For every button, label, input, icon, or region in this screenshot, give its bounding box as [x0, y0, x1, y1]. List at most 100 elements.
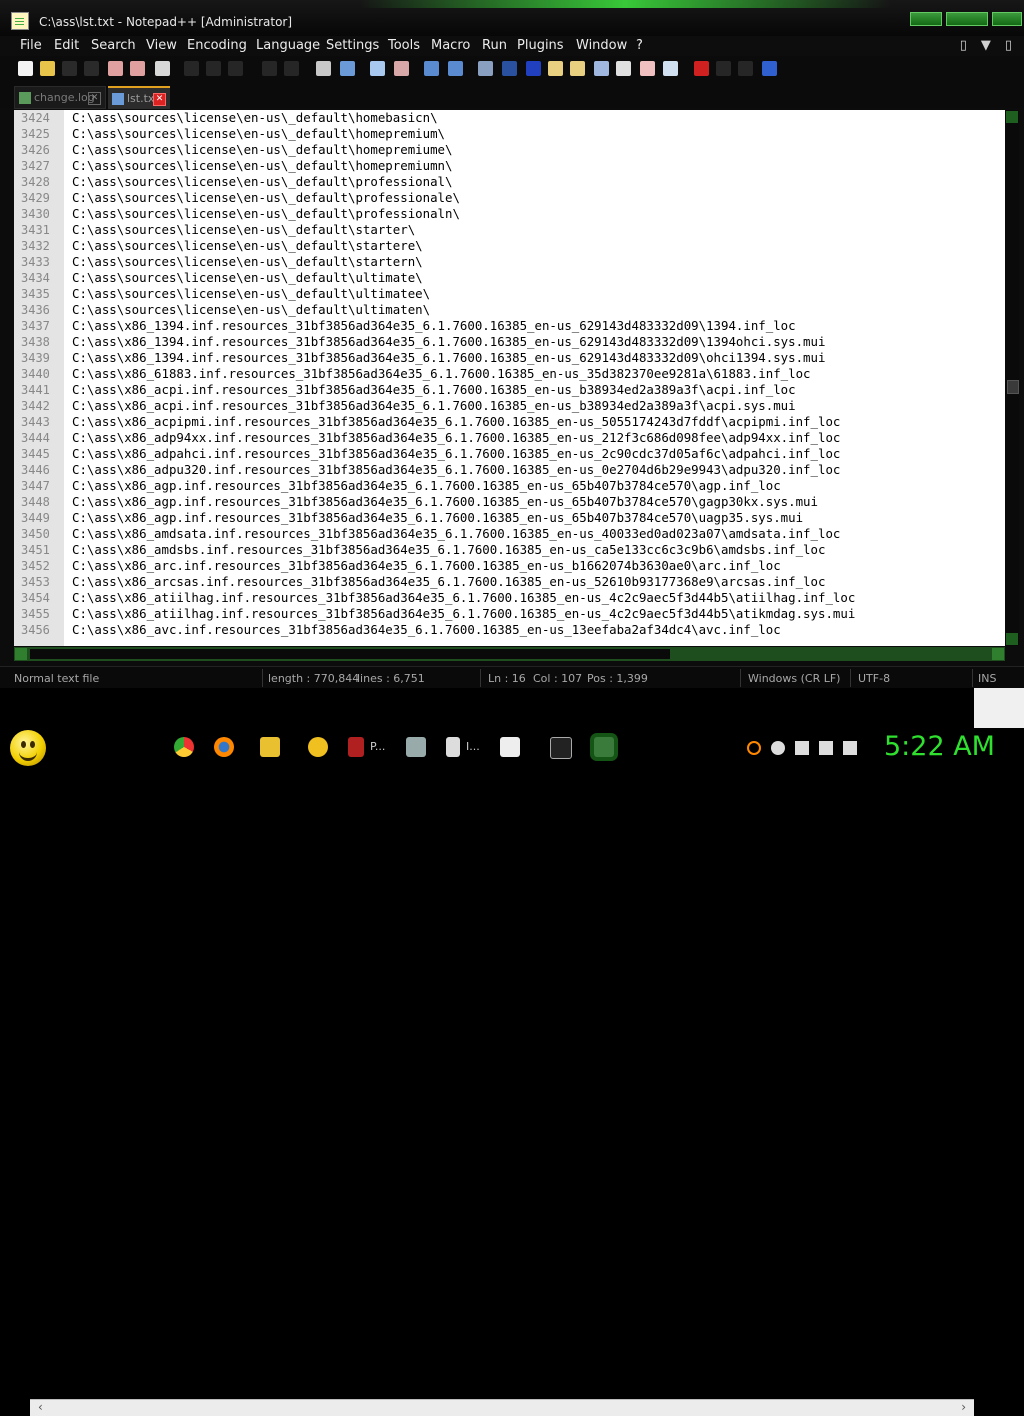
restore-doc-icon[interactable]: ▯: [960, 38, 967, 53]
run-macro-multiple-icon[interactable]: [762, 61, 777, 76]
chrome-icon[interactable]: [174, 737, 194, 757]
sync-vertical-icon[interactable]: [424, 61, 439, 76]
text-line[interactable]: C:\ass\x86_agp.inf.resources_31bf3856ad3…: [72, 494, 818, 510]
notepadpp-task-icon[interactable]: [594, 737, 614, 757]
menu-window[interactable]: Window: [576, 38, 627, 53]
clock[interactable]: 5:22 AM: [884, 731, 995, 762]
text-line[interactable]: C:\ass\sources\license\en-us\_default\pr…: [72, 174, 452, 190]
redo-icon[interactable]: [284, 61, 299, 76]
chevron-right-icon[interactable]: ›: [961, 1400, 966, 1414]
tab-lst-txt[interactable]: lst.txt ✕: [108, 86, 170, 109]
menu-view[interactable]: View: [146, 38, 177, 53]
text-line[interactable]: C:\ass\x86_adp94xx.inf.resources_31bf385…: [72, 430, 840, 446]
text-line[interactable]: C:\ass\x86_agp.inf.resources_31bf3856ad3…: [72, 510, 803, 526]
menu-encoding[interactable]: Encoding: [187, 38, 247, 53]
sync-horizontal-icon[interactable]: [448, 61, 463, 76]
udl-icon[interactable]: [548, 61, 563, 76]
open-file-icon[interactable]: [40, 61, 55, 76]
text-line[interactable]: C:\ass\x86_1394.inf.resources_31bf3856ad…: [72, 334, 825, 350]
save-all-icon[interactable]: [84, 61, 99, 76]
maximize-button[interactable]: [946, 12, 988, 26]
scroll-up-arrow-icon[interactable]: [1006, 111, 1018, 123]
close-doc-icon[interactable]: ▯: [1005, 38, 1012, 53]
horizontal-scrollbar[interactable]: [14, 647, 1005, 661]
text-line[interactable]: C:\ass\x86_avc.inf.resources_31bf3856ad3…: [72, 622, 781, 638]
indent-guide-icon[interactable]: [526, 61, 541, 76]
network-icon[interactable]: [795, 741, 809, 755]
close-all-icon[interactable]: [130, 61, 145, 76]
search-icon[interactable]: [747, 741, 761, 755]
title-bar[interactable]: C:\ass\lst.txt - Notepad++ [Administrato…: [0, 0, 1024, 36]
doc-map-icon[interactable]: [570, 61, 585, 76]
close-file-icon[interactable]: [108, 61, 123, 76]
text-line[interactable]: C:\ass\sources\license\en-us\_default\st…: [72, 238, 423, 254]
text-line[interactable]: C:\ass\x86_atiilhag.inf.resources_31bf38…: [72, 590, 855, 606]
scroll-down-arrow-icon[interactable]: [1006, 633, 1018, 645]
stop-macro-icon[interactable]: [716, 61, 731, 76]
text-line[interactable]: C:\ass\sources\license\en-us\_default\ho…: [72, 110, 438, 126]
text-line[interactable]: C:\ass\x86_amdsata.inf.resources_31bf385…: [72, 526, 840, 542]
text-line[interactable]: C:\ass\x86_amdsbs.inf.resources_31bf3856…: [72, 542, 825, 558]
undo-icon[interactable]: [262, 61, 277, 76]
replace-icon[interactable]: [340, 61, 355, 76]
folder-workspace-icon[interactable]: [616, 61, 631, 76]
folder-icon[interactable]: [260, 737, 280, 757]
copy-icon[interactable]: [206, 61, 221, 76]
paste-icon[interactable]: [228, 61, 243, 76]
record-macro-icon[interactable]: [694, 61, 709, 76]
zoom-in-icon[interactable]: [370, 61, 385, 76]
text-line[interactable]: C:\ass\x86_1394.inf.resources_31bf3856ad…: [72, 350, 825, 366]
zoom-out-icon[interactable]: [394, 61, 409, 76]
menu-help[interactable]: ?: [636, 38, 643, 53]
cut-icon[interactable]: [184, 61, 199, 76]
minus-circle-icon[interactable]: [771, 741, 785, 755]
start-button[interactable]: [10, 730, 46, 766]
menu-run[interactable]: Run: [482, 38, 507, 53]
text-line[interactable]: C:\ass\sources\license\en-us\_default\st…: [72, 222, 415, 238]
play-macro-icon[interactable]: [738, 61, 753, 76]
tab-close-icon[interactable]: ✕: [153, 93, 166, 106]
chevron-left-icon[interactable]: ‹: [38, 1400, 43, 1414]
text-line[interactable]: C:\ass\x86_61883.inf.resources_31bf3856a…: [72, 366, 811, 382]
taskbar-item-label[interactable]: I...: [466, 740, 480, 753]
menu-macro[interactable]: Macro: [431, 38, 470, 53]
text-line[interactable]: C:\ass\x86_acpi.inf.resources_31bf3856ad…: [72, 398, 796, 414]
tab-close-icon[interactable]: ✕: [88, 92, 101, 105]
background-scrollbar[interactable]: ‹ ›: [30, 1399, 974, 1416]
show-all-chars-icon[interactable]: [502, 61, 517, 76]
text-line[interactable]: C:\ass\sources\license\en-us\_default\ul…: [72, 270, 423, 286]
text-line[interactable]: C:\ass\sources\license\en-us\_default\ul…: [72, 302, 430, 318]
notepad-app-icon[interactable]: [11, 12, 29, 30]
menu-settings[interactable]: Settings: [326, 38, 379, 53]
new-file-icon[interactable]: [18, 61, 33, 76]
save-icon[interactable]: [62, 61, 77, 76]
text-line[interactable]: C:\ass\sources\license\en-us\_default\ul…: [72, 286, 430, 302]
scroll-left-arrow-icon[interactable]: [15, 648, 27, 660]
text-line[interactable]: C:\ass\x86_adpahci.inf.resources_31bf385…: [72, 446, 840, 462]
minimize-button[interactable]: [910, 12, 942, 26]
text-line[interactable]: C:\ass\x86_1394.inf.resources_31bf3856ad…: [72, 318, 796, 334]
text-line[interactable]: C:\ass\sources\license\en-us\_default\pr…: [72, 190, 460, 206]
text-line[interactable]: C:\ass\sources\license\en-us\_default\ho…: [72, 126, 445, 142]
vertical-scrollbar[interactable]: [1005, 110, 1019, 646]
menu-edit[interactable]: Edit: [54, 38, 79, 53]
7zip-icon[interactable]: [500, 737, 520, 757]
taskbar-item-label[interactable]: P...: [370, 740, 385, 753]
vertical-scroll-thumb[interactable]: [1007, 380, 1019, 394]
drive-icon[interactable]: [406, 737, 426, 757]
scroll-right-arrow-icon[interactable]: [992, 648, 1004, 660]
menu-plugins[interactable]: Plugins: [517, 38, 564, 53]
editor-area[interactable]: 3424 C:\ass\sources\license\en-us\_defaul…: [14, 110, 1005, 646]
text-line[interactable]: C:\ass\sources\license\en-us\_default\ho…: [72, 142, 452, 158]
text-line[interactable]: C:\ass\sources\license\en-us\_default\st…: [72, 254, 423, 270]
text-line[interactable]: C:\ass\x86_acpi.inf.resources_31bf3856ad…: [72, 382, 796, 398]
print-icon[interactable]: [155, 61, 170, 76]
text-line[interactable]: C:\ass\x86_adpu320.inf.resources_31bf385…: [72, 462, 840, 478]
menu-tools[interactable]: Tools: [388, 38, 420, 53]
menu-language[interactable]: Language: [256, 38, 320, 53]
text-line[interactable]: C:\ass\x86_acpipmi.inf.resources_31bf385…: [72, 414, 840, 430]
horizontal-scroll-thumb[interactable]: [30, 649, 670, 659]
text-line[interactable]: C:\ass\x86_agp.inf.resources_31bf3856ad3…: [72, 478, 781, 494]
smiley-app-icon[interactable]: [308, 737, 328, 757]
text-line[interactable]: C:\ass\x86_arcsas.inf.resources_31bf3856…: [72, 574, 825, 590]
